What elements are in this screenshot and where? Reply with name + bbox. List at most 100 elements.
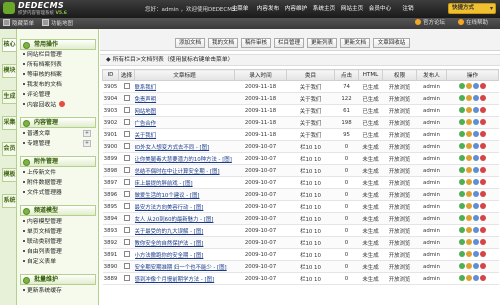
edit-icon[interactable] xyxy=(459,203,465,210)
table-row[interactable]: 3905 联系我们 2009-11-18 关于我们 74 已生成 开放浏览 admin xyxy=(102,80,499,93)
delete-icon[interactable] xyxy=(480,155,486,162)
cell-category[interactable]: 栏10 10 xyxy=(286,152,335,165)
document-title-link[interactable]: 关于最受的的九大误解 - [图] xyxy=(135,229,204,235)
edit-icon[interactable] xyxy=(459,275,465,282)
cell-category[interactable]: 栏10 10 xyxy=(286,164,335,177)
delete-icon[interactable] xyxy=(480,263,486,270)
table-row[interactable]: 3895 最安方法方向美容行动 - [图] 2009-10-07 栏10 10 0 未生成… xyxy=(102,200,499,213)
move-icon[interactable] xyxy=(473,131,479,138)
row-checkbox[interactable] xyxy=(123,238,130,245)
document-title-link[interactable]: 小方法撒跑你的安全期 - [图] xyxy=(135,253,204,259)
table-row[interactable]: 3899 让你美腿毒大慧要潜力的10种方法 - [图] 2009-10-07 栏10 … xyxy=(102,152,499,165)
tab-templates[interactable]: 模板 xyxy=(2,168,16,182)
move-icon[interactable] xyxy=(473,215,479,222)
document-title-link[interactable]: 床上最提的胖前戏 - [图] xyxy=(135,181,193,187)
view-icon[interactable] xyxy=(466,203,472,210)
menu-section-attachments[interactable]: 附件管理 xyxy=(20,156,96,167)
move-icon[interactable] xyxy=(473,179,479,186)
view-icon[interactable] xyxy=(466,131,472,138)
menu-item-update-cache[interactable]: 更新系统缓存 xyxy=(23,287,97,296)
edit-icon[interactable] xyxy=(459,95,465,102)
edit-icon[interactable] xyxy=(459,227,465,234)
table-row[interactable]: 3898 总结不偶时在中让计算安全期 - [图] 2009-10-07 栏10 10 0… xyxy=(102,164,499,177)
tab-system[interactable]: 系统 xyxy=(2,194,16,208)
menu-item-linked-categories[interactable]: 联动类别管理 xyxy=(23,238,97,247)
edit-icon[interactable] xyxy=(459,179,465,186)
view-icon[interactable] xyxy=(466,107,472,114)
document-title-link[interactable]: 联系我们 xyxy=(135,85,157,91)
nav-site-home[interactable]: 网站主页 xyxy=(338,4,366,12)
delete-icon[interactable] xyxy=(480,227,486,234)
delete-icon[interactable] xyxy=(480,95,486,102)
channel-manage-button[interactable]: 栏目管理 xyxy=(274,38,304,48)
table-row[interactable]: 3894 女人 从20到60的最新魅力 - [图] 2009-10-07 栏10 10… xyxy=(102,212,499,225)
view-icon[interactable] xyxy=(466,215,472,222)
menu-item-all-archives[interactable]: 所有档案列表 xyxy=(23,61,97,70)
row-checkbox[interactable] xyxy=(123,142,130,149)
menu-item-upload[interactable]: 上传新文件 xyxy=(23,169,97,178)
view-icon[interactable] xyxy=(466,275,472,282)
view-icon[interactable] xyxy=(466,227,472,234)
move-icon[interactable] xyxy=(473,239,479,246)
edit-icon[interactable] xyxy=(459,191,465,198)
document-title-link[interactable]: 关于我们 xyxy=(135,133,157,139)
view-icon[interactable] xyxy=(466,179,472,186)
delete-icon[interactable] xyxy=(480,131,486,138)
row-checkbox[interactable] xyxy=(123,82,130,89)
menu-item-custom-forms[interactable]: 自定义表单 xyxy=(23,258,97,267)
cell-category[interactable]: 栏10 10 xyxy=(286,248,335,261)
document-title-link[interactable]: ID外女人想变方式去不同 - [图] xyxy=(135,145,210,151)
menu-item-attachment-data[interactable]: 附件数据管理 xyxy=(23,179,97,188)
view-icon[interactable] xyxy=(466,143,472,150)
delete-icon[interactable] xyxy=(480,143,486,150)
move-icon[interactable] xyxy=(473,251,479,258)
table-row[interactable]: 3902 广告合作 2009-11-18 关于我们 198 已生成 开放浏览 admin xyxy=(102,116,499,129)
edit-icon[interactable] xyxy=(459,131,465,138)
table-row[interactable]: 3904 免责声明 2009-11-18 关于我们 122 已生成 开放浏览 admin xyxy=(102,92,499,105)
hide-menu-button[interactable]: 隐藏菜单 xyxy=(3,19,34,29)
row-checkbox[interactable] xyxy=(123,178,130,185)
delete-icon[interactable] xyxy=(480,107,486,114)
quick-menu-dropdown[interactable]: 快捷方式 xyxy=(448,3,496,14)
cell-category[interactable]: 关于我们 xyxy=(286,80,335,93)
menu-item-my-docs[interactable]: 我发布的文档 xyxy=(23,81,97,90)
table-row[interactable]: 3893 关于最受的的九大误解 - [图] 2009-10-07 栏10 10 0 未生成… xyxy=(102,224,499,237)
menu-section-batch[interactable]: 批量维护 xyxy=(20,274,96,285)
edit-icon[interactable] xyxy=(459,155,465,162)
online-help-link[interactable]: 在线帮助 xyxy=(458,19,488,28)
move-icon[interactable] xyxy=(473,83,479,90)
cell-category[interactable]: 关于我们 xyxy=(286,104,335,117)
menu-section-common[interactable]: 常用操作 xyxy=(20,39,96,50)
menu-item-file-manager[interactable]: 文件式管理器 xyxy=(23,189,97,198)
delete-icon[interactable] xyxy=(480,275,486,282)
edit-icon[interactable] xyxy=(459,263,465,270)
cell-category[interactable]: 栏10 10 xyxy=(286,212,335,225)
view-icon[interactable] xyxy=(466,95,472,102)
recycle-bin-button[interactable]: 文章回收站 xyxy=(373,38,410,48)
table-row[interactable]: 3890 安全期安期准期 妇一个也不能少 - [图] 2009-10-07 栏10 1… xyxy=(102,260,499,273)
update-list-button[interactable]: 更新列表 xyxy=(307,38,337,48)
nav-publish[interactable]: 内容发布 xyxy=(254,4,282,12)
menu-item-pending[interactable]: 等审核的档案 xyxy=(23,71,97,80)
view-icon[interactable] xyxy=(466,251,472,258)
row-checkbox[interactable] xyxy=(123,130,130,137)
cell-category[interactable]: 栏10 10 xyxy=(286,140,335,153)
row-checkbox[interactable] xyxy=(123,106,130,113)
edit-icon[interactable] xyxy=(459,215,465,222)
cell-category[interactable]: 栏10 10 xyxy=(286,272,335,285)
cell-category[interactable]: 关于我们 xyxy=(286,92,335,105)
view-icon[interactable] xyxy=(466,239,472,246)
move-icon[interactable] xyxy=(473,191,479,198)
cell-category[interactable]: 栏10 10 xyxy=(286,236,335,249)
table-row[interactable]: 3901 关于我们 2009-11-18 关于我们 95 已生成 开放浏览 admin xyxy=(102,128,499,141)
row-checkbox[interactable] xyxy=(123,94,130,101)
delete-icon[interactable] xyxy=(480,203,486,210)
delete-icon[interactable] xyxy=(480,191,486,198)
view-icon[interactable] xyxy=(466,167,472,174)
view-icon[interactable] xyxy=(466,191,472,198)
table-row[interactable]: 3889 感到冲像个月慢前期学方法 - [图] 2009-10-07 栏10 10 0 未… xyxy=(102,272,499,285)
menu-section-models[interactable]: 频道模型 xyxy=(20,205,96,216)
table-row[interactable]: 3896 做爱生活的10个建议 - [图] 2009-10-07 栏10 10 0 未生成… xyxy=(102,188,499,201)
edit-icon[interactable] xyxy=(459,239,465,246)
move-icon[interactable] xyxy=(473,203,479,210)
